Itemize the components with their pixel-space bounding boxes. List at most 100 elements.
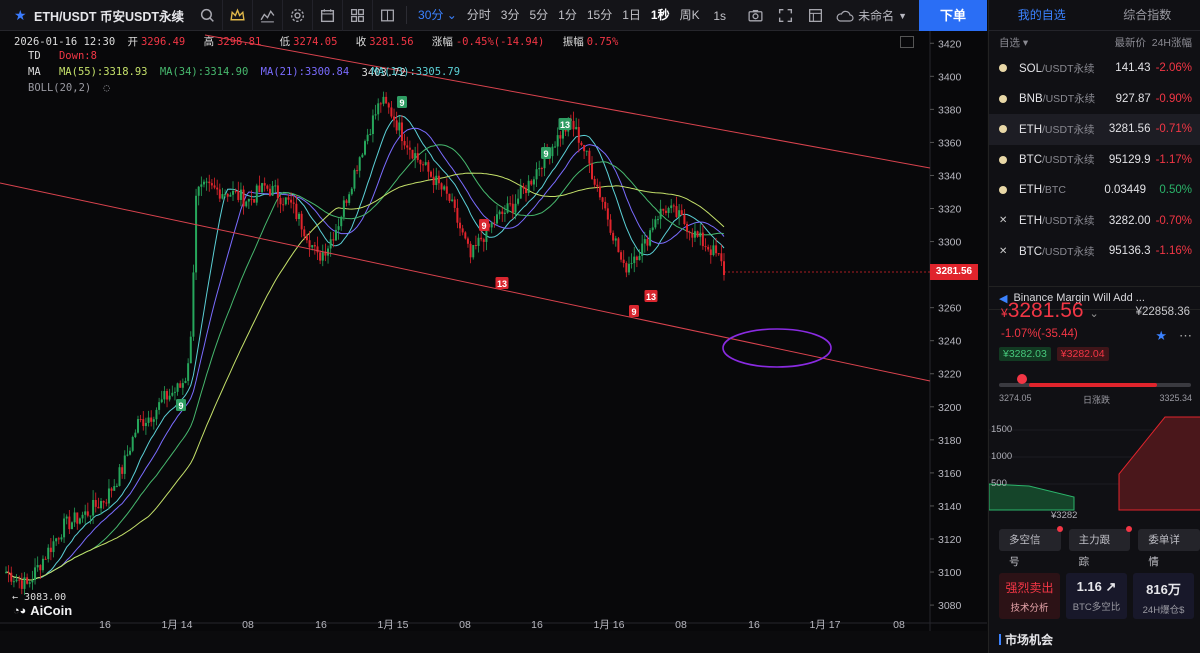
tab-watchlist[interactable]: 我的自选 — [989, 0, 1095, 30]
watchlist-quote: /USDT永续 — [1042, 62, 1095, 75]
candle-body — [305, 236, 308, 241]
candle-body — [509, 203, 512, 205]
candle-body — [353, 170, 356, 189]
col-24h-change[interactable]: 24H涨幅 — [1146, 35, 1192, 50]
candle-body — [327, 248, 330, 256]
chevron-down-icon[interactable]: ⌄ — [1089, 308, 1098, 320]
order-detail-button[interactable]: 委单详情 — [1138, 529, 1200, 568]
candle-body — [588, 150, 591, 164]
liquidation-card[interactable]: 816万 24H爆仓$ — [1133, 573, 1194, 619]
split-screen-icon[interactable] — [372, 0, 402, 31]
td-value: Down:8 — [58, 50, 97, 62]
candle-body — [20, 580, 23, 589]
favorite-star-icon[interactable]: ★ — [14, 8, 28, 22]
layout-icon[interactable] — [342, 0, 372, 31]
liquidation-value: 816万 — [1146, 582, 1181, 597]
location-pin-icon — [1017, 374, 1027, 384]
candle-body — [131, 437, 134, 451]
candlestick-chart-canvas[interactable]: 3420340033803360334033203300328032603240… — [0, 31, 987, 631]
candle-body — [591, 163, 594, 180]
col-last-price[interactable]: 最新价 — [1096, 35, 1147, 50]
watchlist-row[interactable]: ETH/USDT永续 3281.56 -0.71% — [989, 114, 1200, 145]
candle-body — [290, 199, 293, 203]
collapse-legend-icon[interactable] — [900, 36, 914, 48]
timeframe-3m[interactable]: 3分 — [496, 0, 525, 31]
watchlist-row[interactable]: ✕ BTC/USDT永续 95136.3 -1.16% — [989, 236, 1200, 267]
candle-body — [200, 184, 203, 187]
price-tick-label: 3240 — [938, 336, 962, 348]
watchlist-price: 927.87 — [1115, 92, 1151, 105]
watchlist-row[interactable]: ETH/BTC 0.03449 0.50% — [989, 175, 1200, 206]
btc-long-short-value: 1.16 ↗ — [1076, 579, 1117, 594]
watchlist-row[interactable]: BTC/USDT永续 95129.9 -1.17% — [989, 145, 1200, 176]
candle-body — [554, 146, 557, 148]
watchlist-row[interactable]: ✕ ETH/USDT永续 3282.00 -0.70% — [989, 206, 1200, 237]
price-chart[interactable]: 3420340033803360334033203300328032603240… — [0, 31, 987, 631]
time-tick-label: 1月 17 — [810, 619, 841, 631]
timeframe-1m[interactable]: 1分 — [553, 0, 582, 31]
btc-long-short-card[interactable]: 1.16 ↗ BTC多空比 — [1066, 573, 1127, 619]
watchlist-group-label: 自选 — [999, 36, 1020, 49]
eye-hidden-icon[interactable]: ◌ — [104, 82, 110, 94]
crown-icon[interactable] — [222, 0, 252, 31]
technical-analysis-card[interactable]: 强烈卖出 技术分析 — [999, 573, 1060, 619]
depth-chart-canvas — [988, 416, 1200, 511]
market-opportunity-heading[interactable]: 市场机会 — [999, 631, 1053, 648]
candle-body — [298, 213, 301, 220]
low-price-marker: ← 3083.00 — [12, 592, 67, 603]
timeframe-30m[interactable]: 30分 ⌄ — [413, 0, 462, 31]
candle-body — [308, 240, 311, 248]
interval-1s[interactable]: 1s — [713, 9, 726, 23]
fullscreen-icon[interactable] — [770, 0, 800, 31]
time-tick-label: 08 — [893, 619, 905, 631]
tab-index[interactable]: 综合指数 — [1095, 0, 1200, 30]
settings-icon[interactable] — [282, 0, 312, 31]
calendar-icon[interactable] — [312, 0, 342, 31]
candle-body — [527, 180, 530, 194]
boll-indicator-legend[interactable]: BOLL(20,2) ◌ — [28, 82, 110, 94]
watchlist-base: BTC — [1019, 245, 1042, 258]
depth-level-1500: 1500 — [991, 424, 1013, 435]
candle-body — [271, 185, 274, 196]
watchlist-group[interactable]: 自选 ▾ — [999, 35, 1096, 50]
camera-icon[interactable] — [740, 0, 770, 31]
candle-body — [646, 239, 649, 246]
long-short-signal-button[interactable]: 多空信号 — [999, 526, 1063, 568]
ma-indicator-legend[interactable]: MA MA(55):3318.93 MA(34):3314.90 MA(21):… — [28, 66, 460, 79]
candle-body — [606, 208, 609, 220]
boll-label: BOLL(20,2) — [28, 82, 92, 94]
symbol-title[interactable]: ETH/USDT 币安USDT永续 — [34, 6, 184, 25]
coin-dot-icon — [999, 64, 1007, 73]
layout-selector[interactable]: 未命名 ▼ — [836, 7, 907, 24]
template-icon[interactable] — [800, 0, 830, 31]
candle-body — [155, 409, 158, 420]
candle-body — [374, 114, 377, 116]
watchlist-row[interactable]: BNB/USDT永续 927.87 -0.90% — [989, 84, 1200, 115]
candle-body — [482, 239, 485, 242]
candle-body — [39, 565, 42, 571]
candle-body — [493, 222, 496, 224]
watchlist-quote: /BTC — [1042, 184, 1066, 197]
timeframe-5m[interactable]: 5分 — [524, 0, 553, 31]
amplitude-label: 振幅 — [562, 36, 584, 48]
td-indicator-legend[interactable]: TD Down:8 — [28, 50, 97, 62]
timeframe-line[interactable]: 分时 — [462, 0, 496, 31]
candle-body — [678, 210, 681, 218]
whale-tracking-button[interactable]: 主力跟踪 — [1068, 526, 1133, 568]
watchlist-row[interactable]: SOL/USDT永续 141.43 -2.06% — [989, 53, 1200, 84]
order-button[interactable]: 下单 — [919, 0, 987, 31]
more-icon[interactable]: ⋯ — [1179, 328, 1192, 344]
ma21-value: MA(21):3300.84 — [260, 66, 350, 78]
timeframe-1d[interactable]: 1日 — [617, 0, 646, 31]
timeframe-week[interactable]: 周K — [675, 0, 705, 31]
candle-body — [250, 198, 253, 200]
candle-body — [163, 391, 166, 400]
candle-body — [76, 512, 79, 524]
search-icon[interactable] — [192, 0, 222, 31]
star-icon[interactable]: ★ — [1155, 328, 1167, 344]
timeframe-15m[interactable]: 15分 — [582, 0, 617, 31]
indicator-icon[interactable] — [252, 0, 282, 31]
candle-body — [89, 515, 92, 517]
candle-body — [390, 107, 393, 117]
timeframe-1s[interactable]: 1秒 — [646, 0, 675, 31]
